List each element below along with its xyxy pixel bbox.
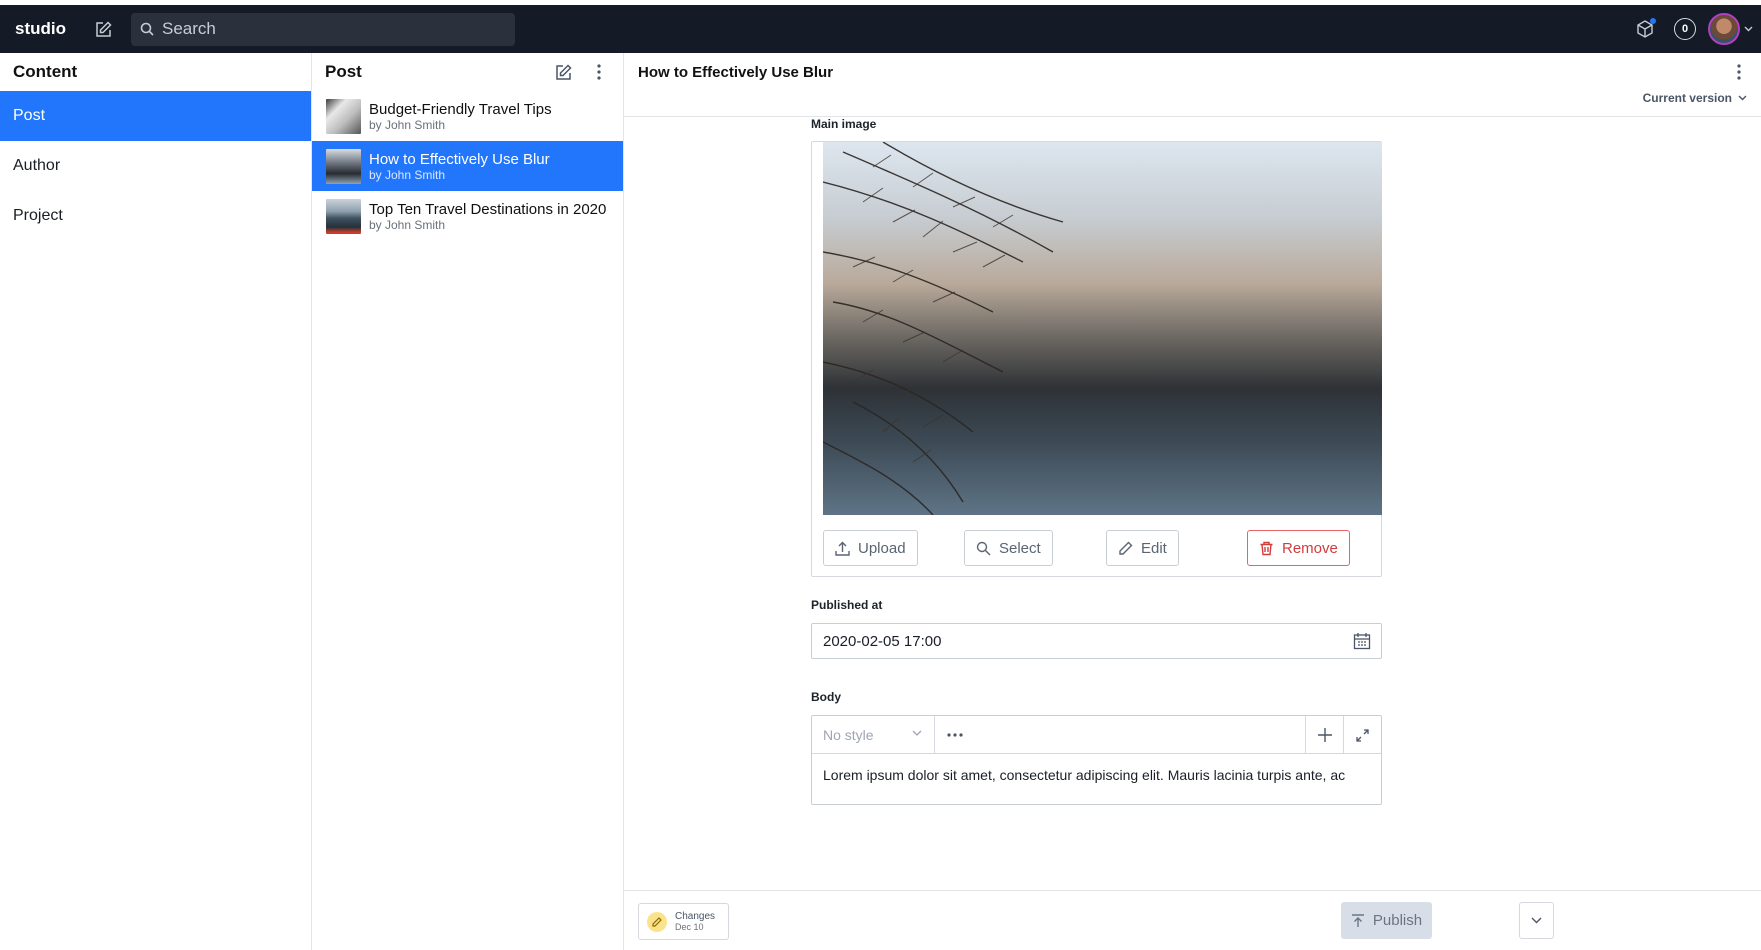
- more-options-icon[interactable]: [947, 716, 963, 754]
- document-title: How to Effectively Use Blur: [369, 150, 550, 168]
- document-subtitle: by John Smith: [369, 217, 446, 232]
- document-list-item[interactable]: Top Ten Travel Destinations in 2020 by J…: [312, 191, 623, 241]
- select-label: Select: [999, 539, 1041, 557]
- body-label: Body: [811, 690, 841, 704]
- style-select-value: No style: [823, 726, 874, 743]
- trash-icon: [1260, 541, 1273, 555]
- document-footer: Changes Dec 10 Publish: [624, 890, 1761, 950]
- document-header: How to Effectively Use Blur: [624, 53, 1761, 91]
- compose-icon[interactable]: [549, 58, 577, 86]
- top-navbar: studio Search 0: [0, 5, 1761, 53]
- main-image-field: Upload Select Edit Remove: [811, 141, 1382, 577]
- document-title: Budget-Friendly Travel Tips: [369, 100, 552, 118]
- nav-item-post[interactable]: Post: [0, 91, 311, 141]
- content-pane: Content Post Author Project: [0, 53, 312, 950]
- search-icon: [140, 22, 154, 36]
- post-pane: Post Budget-Friendly Travel Tips by John…: [312, 53, 624, 950]
- remove-button[interactable]: Remove: [1247, 530, 1350, 566]
- document-subtitle: by John Smith: [369, 117, 446, 132]
- main-image-label: Main image: [811, 117, 877, 131]
- changes-label: Changes: [675, 910, 716, 922]
- document-subtitle: by John Smith: [369, 167, 446, 182]
- search-icon: [976, 541, 991, 555]
- new-document-icon[interactable]: [87, 13, 119, 45]
- pencil-icon: [1119, 541, 1133, 555]
- version-selector[interactable]: Current version: [1643, 91, 1747, 105]
- published-at-input[interactable]: 2020-02-05 17:00: [811, 623, 1382, 659]
- post-pane-title: Post: [325, 62, 362, 81]
- chevron-down-icon: [912, 730, 922, 736]
- document-title: Top Ten Travel Destinations in 2020: [369, 200, 607, 218]
- remove-label: Remove: [1282, 539, 1338, 557]
- published-at-value: 2020-02-05 17:00: [823, 632, 942, 650]
- publish-label: Publish: [1372, 912, 1423, 929]
- document-thumbnail: [326, 198, 361, 234]
- brand-logo[interactable]: studio: [15, 19, 85, 39]
- version-label: Current version: [1642, 91, 1732, 105]
- changes-date: Dec 10: [675, 921, 704, 932]
- kebab-menu-icon[interactable]: [585, 58, 613, 86]
- search-placeholder: Search: [162, 19, 216, 38]
- search-input[interactable]: Search: [131, 12, 515, 46]
- notification-count-badge[interactable]: 0: [1674, 18, 1696, 40]
- publish-button[interactable]: Publish: [1341, 902, 1432, 939]
- edit-button[interactable]: Edit: [1106, 530, 1179, 566]
- main-image-preview[interactable]: [823, 142, 1382, 515]
- published-at-label: Published at: [811, 598, 883, 612]
- select-button[interactable]: Select: [964, 530, 1053, 566]
- body-editor: No style Lorem ipsum dolor sit amet, con…: [811, 715, 1382, 805]
- publish-options-dropdown[interactable]: [1519, 902, 1554, 939]
- grass-plume-illustration: [823, 142, 1064, 515]
- editor-toolbar: No style: [812, 716, 1381, 754]
- calendar-icon[interactable]: [1353, 632, 1371, 650]
- document-title-heading: How to Effectively Use Blur: [638, 63, 834, 81]
- nav-item-author[interactable]: Author: [0, 141, 311, 191]
- post-pane-header: Post: [312, 53, 623, 91]
- document-thumbnail: [326, 148, 361, 184]
- user-avatar[interactable]: [1708, 13, 1740, 45]
- pencil-icon: [647, 911, 667, 932]
- update-dot: [1650, 18, 1656, 24]
- chevron-down-icon: [1738, 95, 1747, 101]
- changes-button[interactable]: Changes Dec 10: [638, 903, 729, 940]
- chevron-down-icon: [1531, 917, 1542, 924]
- edit-label: Edit: [1141, 539, 1167, 557]
- document-menu-icon[interactable]: [1725, 58, 1753, 86]
- body-text[interactable]: Lorem ipsum dolor sit amet, consectetur …: [812, 754, 1381, 796]
- chevron-down-icon[interactable]: [1744, 26, 1753, 32]
- style-select[interactable]: No style: [812, 716, 935, 754]
- document-list-item[interactable]: How to Effectively Use Blur by John Smit…: [312, 141, 623, 191]
- package-icon[interactable]: [1634, 18, 1656, 40]
- document-pane: How to Effectively Use Blur Current vers…: [624, 53, 1761, 950]
- document-thumbnail: [326, 98, 361, 134]
- publish-icon: [1351, 913, 1364, 927]
- header-divider: [624, 116, 1761, 117]
- upload-button[interactable]: Upload: [823, 530, 918, 566]
- content-pane-title: Content: [13, 62, 78, 81]
- nav-item-project[interactable]: Project: [0, 191, 311, 241]
- fullscreen-icon[interactable]: [1343, 716, 1381, 754]
- upload-icon: [835, 541, 850, 556]
- document-list-item[interactable]: Budget-Friendly Travel Tips by John Smit…: [312, 91, 623, 141]
- upload-label: Upload: [858, 539, 906, 557]
- insert-plus-icon[interactable]: [1305, 716, 1343, 754]
